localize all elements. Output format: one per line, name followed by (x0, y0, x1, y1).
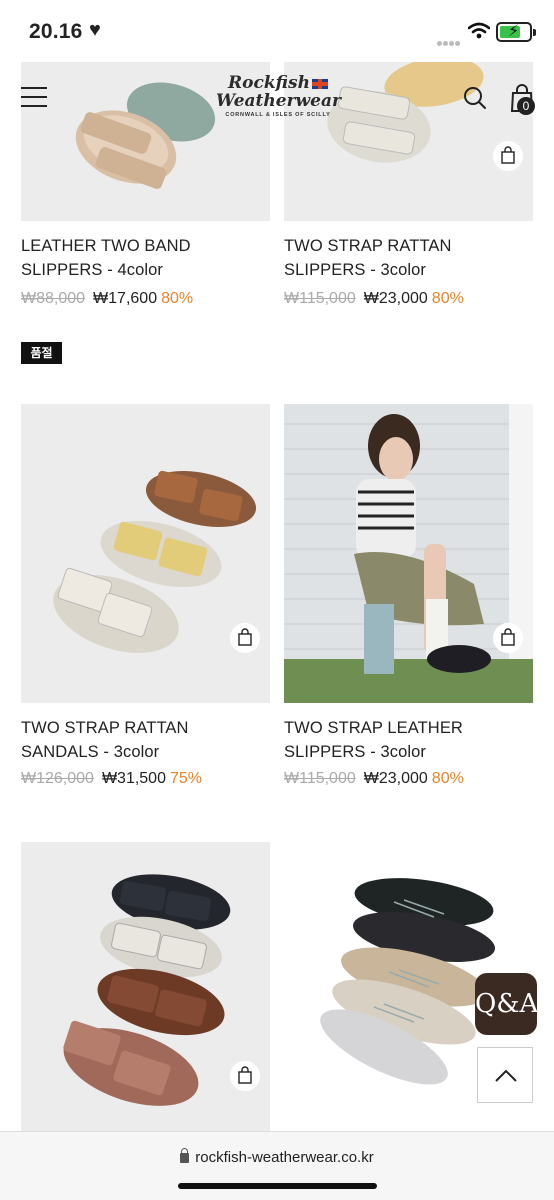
product-name-line1[interactable]: TWO STRAP RATTAN (21, 716, 189, 740)
original-price: ₩88,000 (21, 290, 86, 307)
cart-count-badge: 0 (517, 97, 535, 115)
lock-icon (180, 1148, 190, 1163)
signal-icon (437, 33, 461, 51)
logo-text-line2: Weatherwear (216, 91, 341, 111)
product-name-line2[interactable]: SANDALS - 3color (21, 740, 159, 764)
logo-subtitle: CORNWALL & ISLES OF SCILLY (225, 112, 331, 118)
url-text: rockfish-weatherwear.co.kr (195, 1149, 374, 1166)
product-card[interactable] (21, 842, 270, 1131)
qa-button[interactable]: Q&A (475, 973, 538, 1035)
chevron-up-icon (495, 1069, 517, 1082)
sale-price: ₩31,500 (101, 770, 166, 787)
product-image[interactable] (21, 404, 270, 703)
bag-icon[interactable] (230, 1061, 260, 1091)
product-image[interactable] (21, 842, 270, 1131)
battery-icon: ⚡ (496, 22, 536, 42)
status-time: 20.16 (29, 20, 83, 43)
wifi-icon (468, 22, 490, 39)
logo-text-line1: Rockfish (228, 73, 310, 93)
product-name-line1[interactable]: LEATHER TWO BAND (21, 234, 191, 258)
status-bar: 20.16 ♥ ⚡ (0, 0, 554, 62)
uk-flag-icon (311, 78, 328, 89)
product-name-line2[interactable]: SLIPPERS - 3color (284, 740, 426, 764)
search-icon[interactable] (463, 86, 487, 110)
original-price: ₩115,000 (284, 770, 356, 787)
product-name-line2[interactable]: SLIPPERS - 4color (21, 258, 163, 282)
site-header: Rockfish Weatherwear CORNWALL & ISLES OF… (0, 62, 554, 130)
original-price: ₩126,000 (21, 770, 94, 787)
sale-price: ₩17,600 (93, 290, 158, 307)
sale-price: ₩23,000 (363, 290, 428, 307)
discount-percent: 80% (431, 290, 464, 307)
home-indicator (178, 1183, 377, 1189)
soldout-badge: 품절 (21, 342, 62, 364)
url-display[interactable]: rockfish-weatherwear.co.kr (0, 1148, 554, 1166)
bag-icon[interactable] (230, 623, 260, 653)
browser-address-bar[interactable]: rockfish-weatherwear.co.kr (0, 1131, 554, 1200)
menu-icon[interactable] (21, 87, 47, 107)
price-row: ₩126,000 ₩31,500 75% (21, 770, 202, 788)
scroll-top-button[interactable] (477, 1047, 533, 1103)
site-logo[interactable]: Rockfish Weatherwear CORNWALL & ISLES OF… (216, 73, 341, 118)
price-row: ₩115,000 ₩23,000 80% (284, 290, 464, 308)
original-price: ₩115,000 (284, 290, 356, 307)
price-row: ₩115,000 ₩23,000 80% (284, 770, 464, 788)
heart-icon: ♥ (89, 19, 101, 41)
product-name-line2[interactable]: SLIPPERS - 3color (284, 258, 426, 282)
price-row: ₩88,000 ₩17,600 80% (21, 290, 193, 308)
bag-icon[interactable] (493, 623, 523, 653)
sale-price: ₩23,000 (363, 770, 428, 787)
product-name-line1[interactable]: TWO STRAP RATTAN (284, 234, 452, 258)
discount-percent: 75% (169, 770, 203, 787)
product-image[interactable] (284, 404, 533, 703)
product-name-line1[interactable]: TWO STRAP LEATHER (284, 716, 463, 740)
bag-icon[interactable] (493, 141, 523, 171)
discount-percent: 80% (431, 770, 464, 787)
discount-percent: 80% (161, 290, 194, 307)
